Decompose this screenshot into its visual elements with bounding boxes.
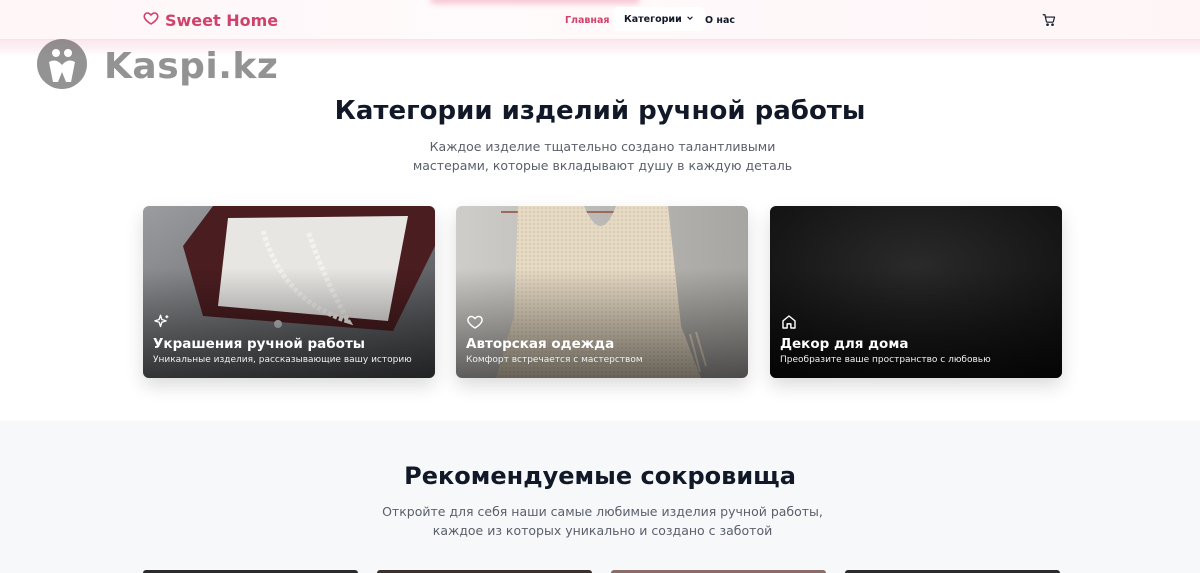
nav-about-link[interactable]: О нас [705, 0, 735, 40]
card-description: Преобразите ваше пространство с любовью [780, 355, 991, 365]
cart-icon[interactable] [1042, 12, 1056, 27]
nav-categories-dropdown[interactable]: Категории [613, 7, 705, 31]
card-title: Декор для дома [780, 336, 909, 352]
category-card-decor[interactable]: Декор для дома Преобразите ваше простран… [770, 206, 1062, 378]
watermark: Kaspi.kz [36, 38, 278, 94]
category-card-jewelry[interactable]: Украшения ручной работы Уникальные издел… [143, 206, 435, 378]
watermark-text: Kaspi.kz [104, 45, 279, 87]
home-icon [780, 313, 798, 331]
chevron-down-icon [686, 14, 694, 25]
categories-title: Категории изделий ручной работы [334, 96, 866, 126]
featured-subtitle: Откройте для себя наши самые любимые изд… [382, 504, 823, 538]
watermark-logo-icon [36, 38, 88, 94]
nav-categories-label: Категории [624, 13, 682, 25]
card-description: Комфорт встречается с мастерством [466, 355, 643, 365]
card-title: Украшения ручной работы [153, 336, 365, 352]
featured-title: Рекомендуемые сокровища [404, 462, 796, 490]
featured-section [0, 421, 1200, 573]
sparkles-icon [153, 313, 171, 331]
card-description: Уникальные изделия, рассказывающие вашу … [153, 355, 412, 365]
card-title: Авторская одежда [466, 336, 615, 352]
brand-logo[interactable]: Sweet Home [143, 8, 278, 32]
category-card-clothing[interactable]: Авторская одежда Комфорт встречается с м… [456, 206, 748, 378]
heart-icon [143, 10, 159, 30]
categories-subtitle: Каждое изделие тщательно создано талантл… [412, 139, 793, 173]
nav-home-link[interactable]: Главная [565, 0, 610, 40]
heart-icon [466, 313, 484, 331]
brand-name: Sweet Home [165, 10, 279, 30]
site-header: Sweet Home Главная Категории О нас [0, 0, 1200, 40]
